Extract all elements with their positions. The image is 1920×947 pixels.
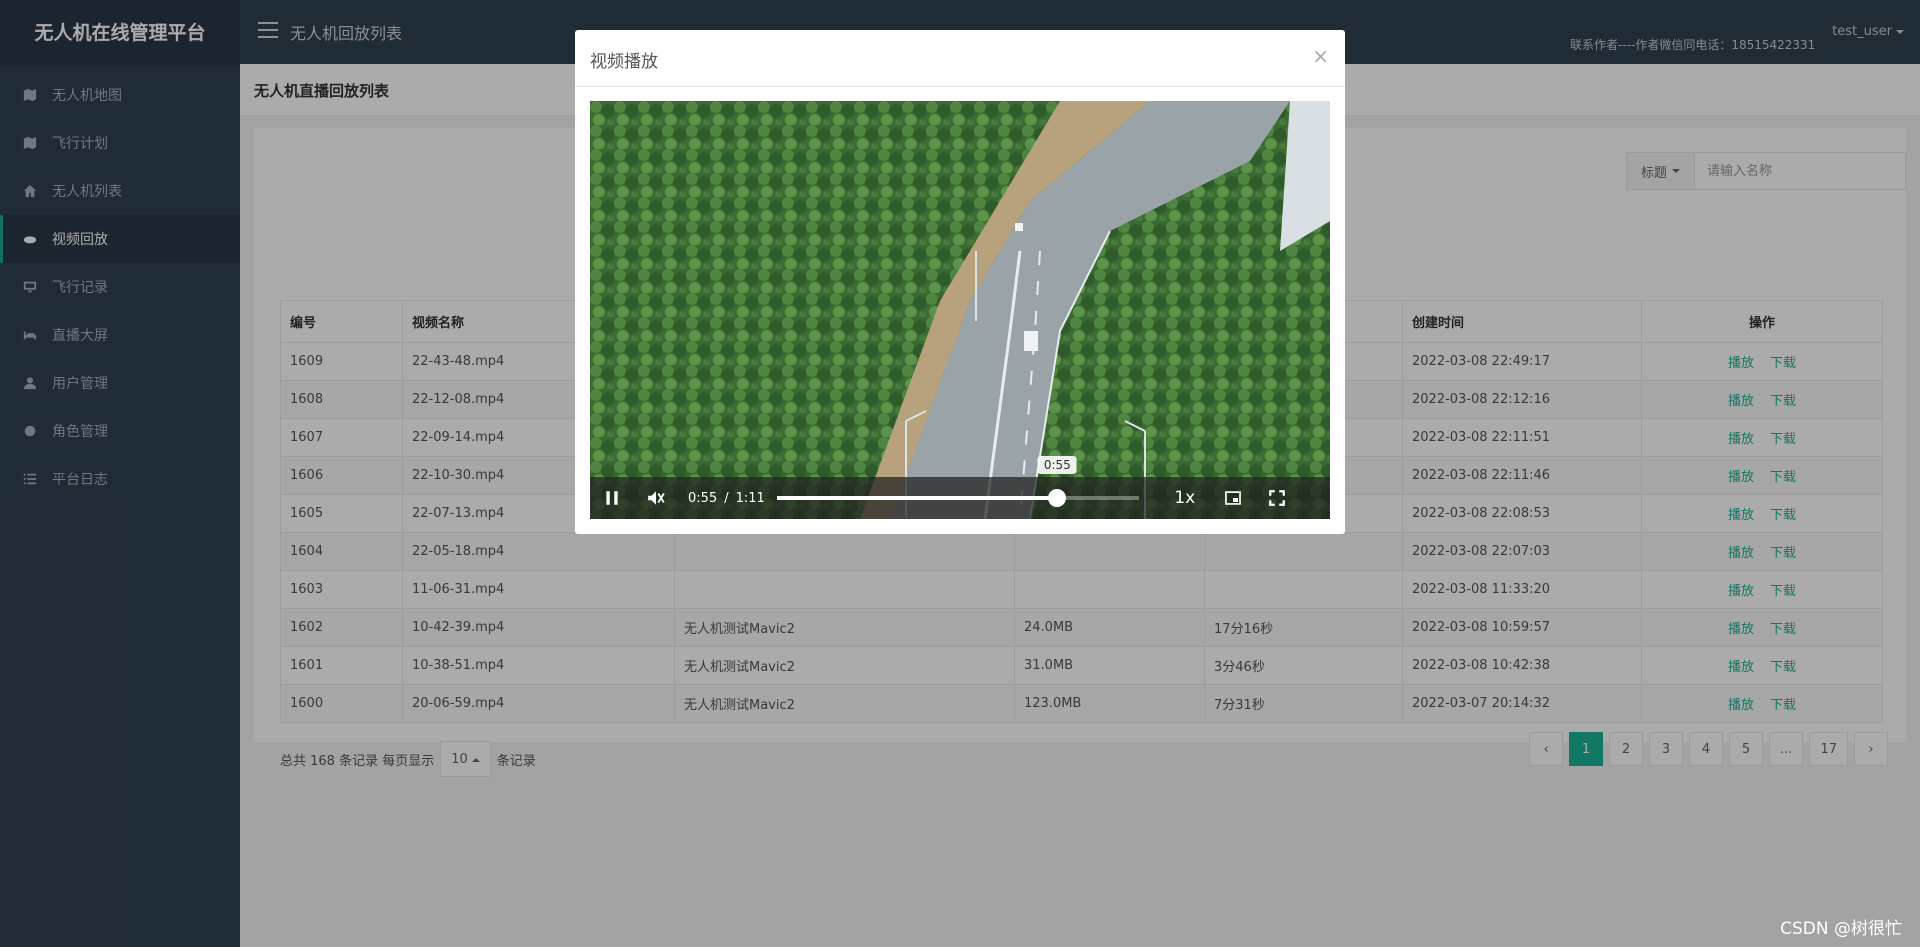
modal-title: 视频播放 [590,52,658,72]
fullscreen-icon [1268,490,1285,506]
progress-bar[interactable]: 0:55 [776,456,1139,507]
progress-fill [776,496,1058,500]
watermark: CSDN @树很忙 [1780,919,1902,939]
picture-in-picture-icon [1224,491,1241,505]
volume-muted-icon [648,491,665,505]
modal-header: 视频播放 × [575,30,1345,87]
pause-button[interactable] [590,477,634,519]
pause-icon [606,491,618,505]
progress-tooltip: 0:55 [1037,456,1077,474]
duration: 1:11 [735,490,765,506]
video-player[interactable]: 0:55/1:11 0:55 1x [590,101,1330,519]
time-display: 0:55/1:11 [688,490,765,506]
picture-in-picture-button[interactable] [1211,477,1255,519]
current-time: 0:55 [688,490,718,506]
fullscreen-button[interactable] [1255,477,1299,519]
video-controls: 0:55/1:11 0:55 1x [590,456,1330,519]
mute-button[interactable] [634,477,678,519]
close-icon[interactable]: × [1312,44,1329,68]
video-frame [590,101,1330,519]
modal-body: 0:55/1:11 0:55 1x [590,101,1330,519]
video-modal: 视频播放 × 0:55 / 1:11 0:55 1x [575,30,1345,534]
progress-handle[interactable] [1048,489,1067,507]
playback-speed-button[interactable]: 1x [1167,488,1203,508]
